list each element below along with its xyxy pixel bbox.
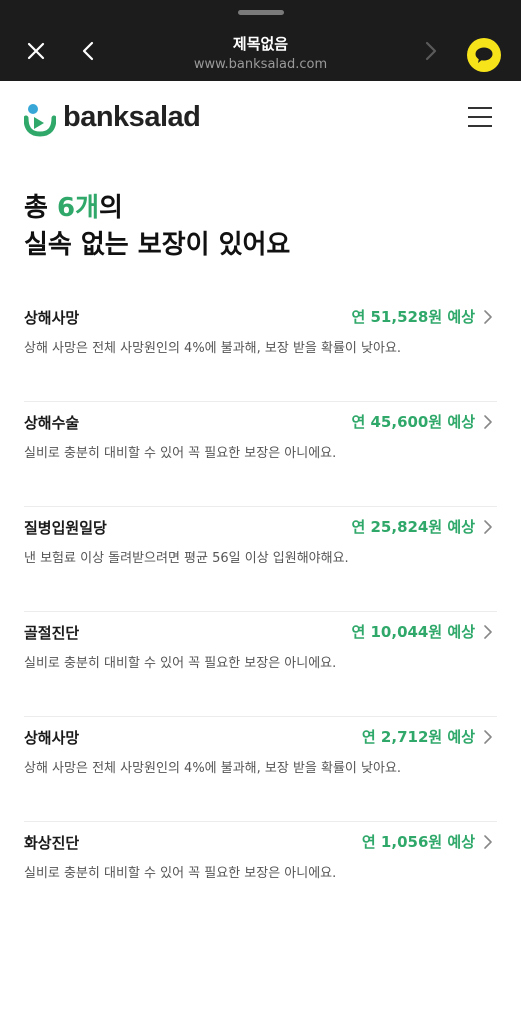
coverage-item[interactable]: 상해수술 연 45,600원 예상 실비로 충분히 대비할 수 있어 꼭 필요한…: [24, 402, 497, 507]
coverage-description: 상해 사망은 전체 사망원인의 4%에 불과해, 보장 받을 확률이 낮아요.: [24, 761, 402, 776]
coverage-item[interactable]: 화상진단 연 1,056원 예상 실비로 충분히 대비할 수 있어 꼭 필요한 …: [24, 822, 497, 927]
site-header: banksalad: [0, 81, 521, 161]
chevron-right-icon: [484, 730, 492, 744]
coverage-item[interactable]: 질병입원일당 연 25,824원 예상 낸 보험료 이상 돌려받으려면 평균 5…: [24, 507, 497, 612]
chevron-right-icon: [484, 310, 492, 324]
coverage-amount: 연 25,824원 예상: [351, 518, 475, 536]
coverage-description: 상해 사망은 전체 사망원인의 4%에 불과해, 보장 받을 확률이 낮아요.: [24, 341, 402, 356]
coverage-name: 질병입원일당: [24, 519, 107, 537]
browser-topbar: 제목없음 www.banksalad.com: [0, 0, 521, 81]
chevron-right-icon: [484, 520, 492, 534]
chevron-right-icon: [484, 835, 492, 849]
coverage-name: 상해수술: [24, 414, 80, 432]
coverage-item[interactable]: 상해사망 연 2,712원 예상 상해 사망은 전체 사망원인의 4%에 불과해…: [24, 717, 497, 822]
coverage-item[interactable]: 골절진단 연 10,044원 예상 실비로 충분히 대비할 수 있어 꼭 필요한…: [24, 612, 497, 717]
coverage-amount: 연 1,056원 예상: [361, 833, 475, 851]
banksalad-logo-icon[interactable]: [23, 103, 57, 137]
drag-handle[interactable]: [238, 10, 284, 15]
forward-icon[interactable]: [416, 37, 446, 67]
coverage-description: 실비로 충분히 대비할 수 있어 꼭 필요한 보장은 아니에요.: [24, 866, 337, 881]
hamburger-menu-icon[interactable]: [468, 107, 492, 129]
headline-line2: 실속 없는 보장이 있어요: [24, 230, 291, 260]
coverage-amount: 연 51,528원 예상: [351, 308, 475, 326]
coverage-description: 실비로 충분히 대비할 수 있어 꼭 필요한 보장은 아니에요.: [24, 446, 337, 461]
coverage-amount: 연 10,044원 예상: [351, 623, 475, 641]
coverage-name: 화상진단: [24, 834, 80, 852]
coverage-name: 상해사망: [24, 309, 80, 327]
chevron-right-icon: [484, 625, 492, 639]
coverage-description: 실비로 충분히 대비할 수 있어 꼭 필요한 보장은 아니에요.: [24, 656, 337, 671]
coverage-item[interactable]: 상해사망 연 51,528원 예상 상해 사망은 전체 사망원인의 4%에 불과…: [24, 297, 497, 402]
coverage-amount: 연 45,600원 예상: [351, 413, 475, 431]
headline-count: 6개: [56, 193, 99, 223]
chat-bubble-icon[interactable]: [467, 38, 501, 72]
brand-name[interactable]: banksalad: [63, 101, 201, 134]
headline-line1: 총 6개의: [24, 193, 123, 223]
chevron-right-icon: [484, 415, 492, 429]
coverage-list: 상해사망 연 51,528원 예상 상해 사망은 전체 사망원인의 4%에 불과…: [24, 297, 497, 927]
coverage-name: 상해사망: [24, 729, 80, 747]
summary-headline: 총 6개의 실속 없는 보장이 있어요: [24, 190, 290, 264]
coverage-name: 골절진단: [24, 624, 80, 642]
coverage-amount: 연 2,712원 예상: [361, 728, 475, 746]
coverage-description: 낸 보험료 이상 돌려받으려면 평균 56일 이상 입원해야해요.: [24, 551, 349, 566]
